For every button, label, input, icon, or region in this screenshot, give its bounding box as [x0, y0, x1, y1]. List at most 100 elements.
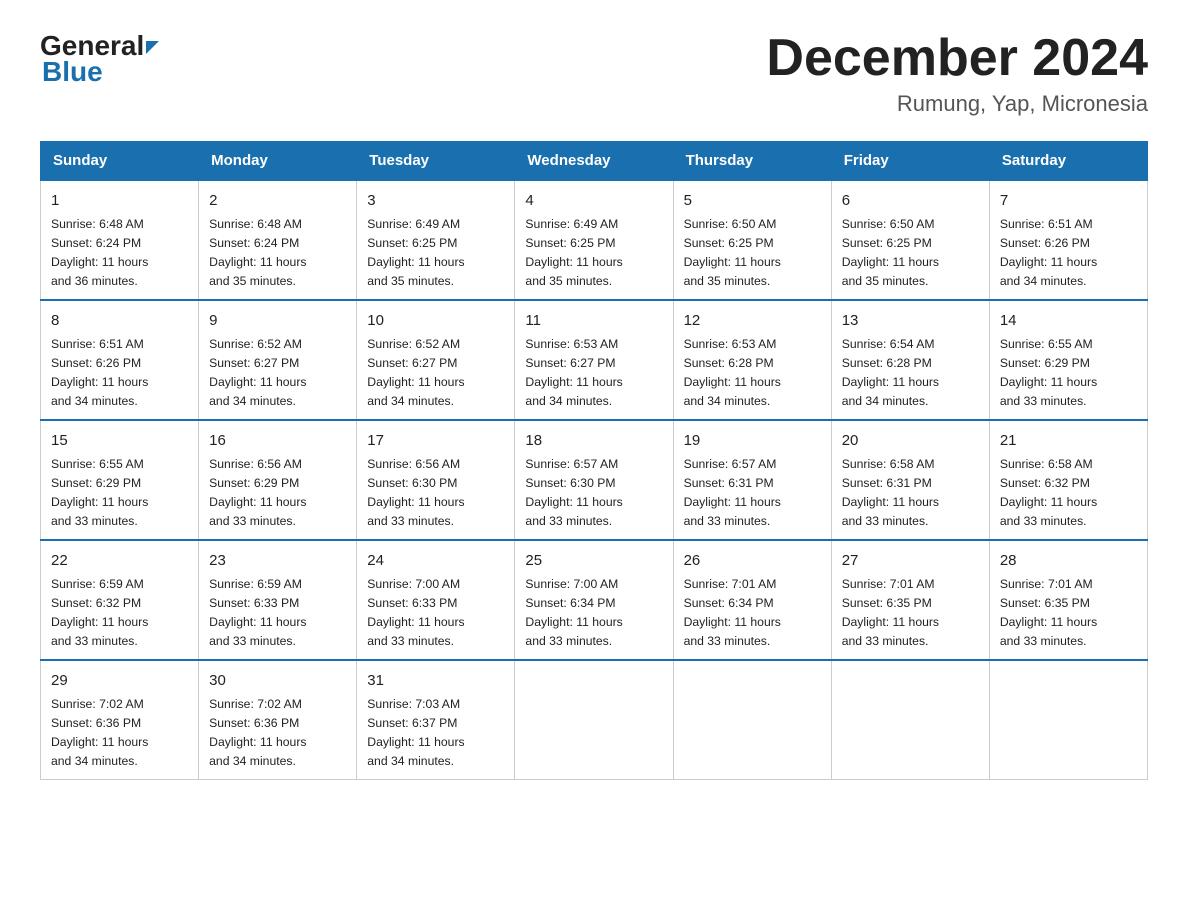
calendar-cell: 11 Sunrise: 6:53 AM Sunset: 6:27 PM Dayli…	[515, 300, 673, 420]
day-info: Sunrise: 6:58 AM Sunset: 6:31 PM Dayligh…	[842, 455, 979, 531]
title-area: December 2024 Rumung, Yap, Micronesia	[766, 30, 1148, 117]
day-info: Sunrise: 7:02 AM Sunset: 6:36 PM Dayligh…	[209, 695, 346, 771]
day-info: Sunrise: 6:59 AM Sunset: 6:33 PM Dayligh…	[209, 575, 346, 651]
calendar-cell: 18 Sunrise: 6:57 AM Sunset: 6:30 PM Dayli…	[515, 420, 673, 540]
day-number: 8	[51, 309, 188, 332]
calendar-week-1: 1 Sunrise: 6:48 AM Sunset: 6:24 PM Daylig…	[41, 180, 1148, 300]
day-info: Sunrise: 7:03 AM Sunset: 6:37 PM Dayligh…	[367, 695, 504, 771]
day-info: Sunrise: 6:48 AM Sunset: 6:24 PM Dayligh…	[209, 215, 346, 291]
calendar-cell: 12Sunrise: 6:53 AM Sunset: 6:28 PM Dayli…	[673, 300, 831, 420]
day-number: 19	[684, 429, 821, 452]
day-info: Sunrise: 6:51 AM Sunset: 6:26 PM Dayligh…	[1000, 215, 1137, 291]
header-row: Sunday Monday Tuesday Wednesday Thursday…	[41, 142, 1148, 181]
day-info: Sunrise: 7:01 AM Sunset: 6:35 PM Dayligh…	[1000, 575, 1137, 651]
header-friday: Friday	[831, 142, 989, 181]
calendar-cell: 28 Sunrise: 7:01 AM Sunset: 6:35 PM Dayli…	[989, 540, 1147, 660]
day-number: 31	[367, 669, 504, 692]
day-info: Sunrise: 6:53 AM Sunset: 6:27 PM Dayligh…	[525, 335, 662, 411]
day-number: 2	[209, 189, 346, 212]
day-info: Sunrise: 6:50 AM Sunset: 6:25 PM Dayligh…	[684, 215, 821, 291]
calendar-cell: 20 Sunrise: 6:58 AM Sunset: 6:31 PM Dayli…	[831, 420, 989, 540]
logo: General Blue	[40, 30, 159, 88]
day-info: Sunrise: 6:52 AM Sunset: 6:27 PM Dayligh…	[209, 335, 346, 411]
day-number: 7	[1000, 189, 1137, 212]
logo-triangle-icon	[146, 41, 159, 54]
header-sunday: Sunday	[41, 142, 199, 181]
day-info: Sunrise: 7:00 AM Sunset: 6:33 PM Dayligh…	[367, 575, 504, 651]
day-number: 22	[51, 549, 188, 572]
day-info: Sunrise: 7:01 AM Sunset: 6:34 PM Dayligh…	[684, 575, 821, 651]
day-number: 6	[842, 189, 979, 212]
day-number: 27	[842, 549, 979, 572]
day-number: 20	[842, 429, 979, 452]
day-number: 15	[51, 429, 188, 452]
calendar-cell: 7 Sunrise: 6:51 AM Sunset: 6:26 PM Daylig…	[989, 180, 1147, 300]
day-number: 24	[367, 549, 504, 572]
calendar-cell: 5 Sunrise: 6:50 AM Sunset: 6:25 PM Daylig…	[673, 180, 831, 300]
day-number: 1	[51, 189, 188, 212]
day-number: 5	[684, 189, 821, 212]
calendar-cell: 21Sunrise: 6:58 AM Sunset: 6:32 PM Dayli…	[989, 420, 1147, 540]
calendar-cell: 31 Sunrise: 7:03 AM Sunset: 6:37 PM Dayli…	[357, 660, 515, 779]
calendar-cell: 23 Sunrise: 6:59 AM Sunset: 6:33 PM Dayli…	[199, 540, 357, 660]
calendar-cell: 29 Sunrise: 7:02 AM Sunset: 6:36 PM Dayli…	[41, 660, 199, 779]
calendar-body: 1 Sunrise: 6:48 AM Sunset: 6:24 PM Daylig…	[41, 180, 1148, 779]
day-info: Sunrise: 6:55 AM Sunset: 6:29 PM Dayligh…	[1000, 335, 1137, 411]
day-info: Sunrise: 7:00 AM Sunset: 6:34 PM Dayligh…	[525, 575, 662, 651]
header-thursday: Thursday	[673, 142, 831, 181]
calendar-cell: 19Sunrise: 6:57 AM Sunset: 6:31 PM Dayli…	[673, 420, 831, 540]
day-number: 3	[367, 189, 504, 212]
day-number: 18	[525, 429, 662, 452]
header-tuesday: Tuesday	[357, 142, 515, 181]
day-info: Sunrise: 6:57 AM Sunset: 6:30 PM Dayligh…	[525, 455, 662, 531]
day-info: Sunrise: 6:48 AM Sunset: 6:24 PM Dayligh…	[51, 215, 188, 291]
calendar-week-3: 15Sunrise: 6:55 AM Sunset: 6:29 PM Dayli…	[41, 420, 1148, 540]
day-info: Sunrise: 7:01 AM Sunset: 6:35 PM Dayligh…	[842, 575, 979, 651]
day-info: Sunrise: 7:02 AM Sunset: 6:36 PM Dayligh…	[51, 695, 188, 771]
calendar-cell: 15Sunrise: 6:55 AM Sunset: 6:29 PM Dayli…	[41, 420, 199, 540]
day-number: 11	[525, 309, 662, 332]
calendar-week-4: 22 Sunrise: 6:59 AM Sunset: 6:32 PM Dayli…	[41, 540, 1148, 660]
day-number: 14	[1000, 309, 1137, 332]
page-header: General Blue December 2024 Rumung, Yap, …	[40, 30, 1148, 117]
calendar-header: Sunday Monday Tuesday Wednesday Thursday…	[41, 142, 1148, 181]
day-number: 10	[367, 309, 504, 332]
day-info: Sunrise: 6:49 AM Sunset: 6:25 PM Dayligh…	[525, 215, 662, 291]
day-number: 25	[525, 549, 662, 572]
calendar-cell: 24 Sunrise: 7:00 AM Sunset: 6:33 PM Dayli…	[357, 540, 515, 660]
header-saturday: Saturday	[989, 142, 1147, 181]
day-number: 30	[209, 669, 346, 692]
logo-blue-text: Blue	[40, 56, 103, 88]
day-info: Sunrise: 6:56 AM Sunset: 6:30 PM Dayligh…	[367, 455, 504, 531]
day-number: 28	[1000, 549, 1137, 572]
day-number: 12	[684, 309, 821, 332]
calendar-cell: 8 Sunrise: 6:51 AM Sunset: 6:26 PM Daylig…	[41, 300, 199, 420]
calendar-cell: 4 Sunrise: 6:49 AM Sunset: 6:25 PM Daylig…	[515, 180, 673, 300]
day-info: Sunrise: 6:59 AM Sunset: 6:32 PM Dayligh…	[51, 575, 188, 651]
calendar-cell: 27 Sunrise: 7:01 AM Sunset: 6:35 PM Dayli…	[831, 540, 989, 660]
calendar-cell: 25 Sunrise: 7:00 AM Sunset: 6:34 PM Dayli…	[515, 540, 673, 660]
calendar-cell: 10Sunrise: 6:52 AM Sunset: 6:27 PM Dayli…	[357, 300, 515, 420]
day-info: Sunrise: 6:49 AM Sunset: 6:25 PM Dayligh…	[367, 215, 504, 291]
calendar-cell: 16Sunrise: 6:56 AM Sunset: 6:29 PM Dayli…	[199, 420, 357, 540]
calendar-cell	[989, 660, 1147, 779]
day-number: 4	[525, 189, 662, 212]
day-info: Sunrise: 6:51 AM Sunset: 6:26 PM Dayligh…	[51, 335, 188, 411]
calendar-cell: 17 Sunrise: 6:56 AM Sunset: 6:30 PM Dayli…	[357, 420, 515, 540]
day-number: 17	[367, 429, 504, 452]
calendar-cell	[831, 660, 989, 779]
calendar-week-5: 29 Sunrise: 7:02 AM Sunset: 6:36 PM Dayli…	[41, 660, 1148, 779]
day-number: 16	[209, 429, 346, 452]
header-monday: Monday	[199, 142, 357, 181]
calendar-cell	[673, 660, 831, 779]
calendar-cell: 2 Sunrise: 6:48 AM Sunset: 6:24 PM Daylig…	[199, 180, 357, 300]
day-info: Sunrise: 6:54 AM Sunset: 6:28 PM Dayligh…	[842, 335, 979, 411]
day-number: 21	[1000, 429, 1137, 452]
day-number: 23	[209, 549, 346, 572]
calendar-cell: 6Sunrise: 6:50 AM Sunset: 6:25 PM Daylig…	[831, 180, 989, 300]
calendar-cell: 1 Sunrise: 6:48 AM Sunset: 6:24 PM Daylig…	[41, 180, 199, 300]
calendar-cell: 30 Sunrise: 7:02 AM Sunset: 6:36 PM Dayli…	[199, 660, 357, 779]
day-number: 13	[842, 309, 979, 332]
day-number: 29	[51, 669, 188, 692]
calendar-week-2: 8 Sunrise: 6:51 AM Sunset: 6:26 PM Daylig…	[41, 300, 1148, 420]
